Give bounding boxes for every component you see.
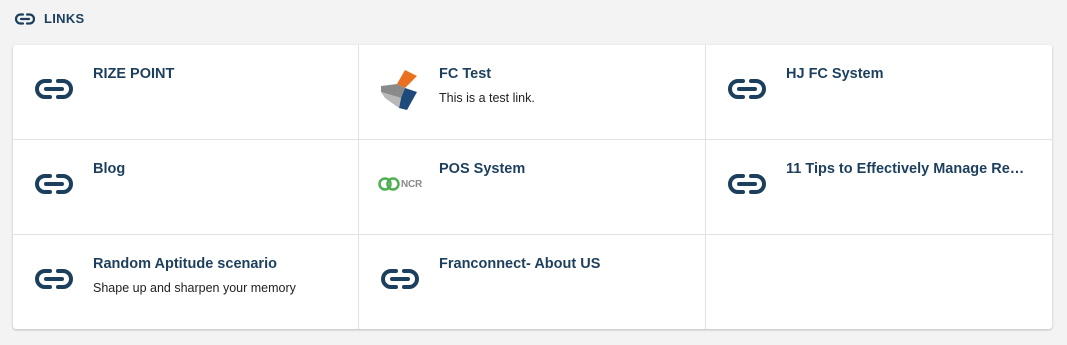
link-icon [33,261,75,297]
link-title[interactable]: RIZE POINT [93,66,342,82]
links-card: RIZE POINT FC Test This is a test link. … [13,45,1052,329]
link-tile-11-tips[interactable]: 11 Tips to Effectively Manage Rem… [706,140,1052,235]
link-title[interactable]: Random Aptitude scenario [93,256,342,272]
link-icon [33,71,75,107]
link-description: Shape up and sharpen your memory [93,281,296,295]
empty-tile [706,235,1052,329]
link-title[interactable]: Franconnect- About US [439,256,689,272]
link-title[interactable]: FC Test [439,66,689,82]
link-title[interactable]: Blog [93,161,342,177]
link-tile-pos-system[interactable]: NCR POS System [359,140,706,235]
link-description: This is a test link. [439,91,535,105]
link-tile-hj-fc-system[interactable]: HJ FC System [706,45,1052,140]
link-icon [726,166,768,202]
link-icon [14,12,36,25]
franconnect-logo-icon [379,70,421,110]
link-title[interactable]: POS System [439,161,689,177]
link-tile-franconnect-about-us[interactable]: Franconnect- About US [359,235,706,329]
link-tile-blog[interactable]: Blog [13,140,359,235]
links-section-header: LINKS [14,9,85,27]
link-tile-fc-test[interactable]: FC Test This is a test link. [359,45,706,140]
ncr-logo-text: NCR [400,178,423,190]
link-icon [379,261,421,297]
section-title: LINKS [44,10,85,26]
ncr-logo-icon: NCR [375,166,425,202]
link-tile-rize-point[interactable]: RIZE POINT [13,45,359,140]
link-title[interactable]: HJ FC System [786,66,1036,82]
link-icon [726,71,768,107]
link-icon [33,166,75,202]
link-title[interactable]: 11 Tips to Effectively Manage Rem… [786,161,1036,177]
link-tile-random-aptitude[interactable]: Random Aptitude scenario Shape up and sh… [13,235,359,329]
